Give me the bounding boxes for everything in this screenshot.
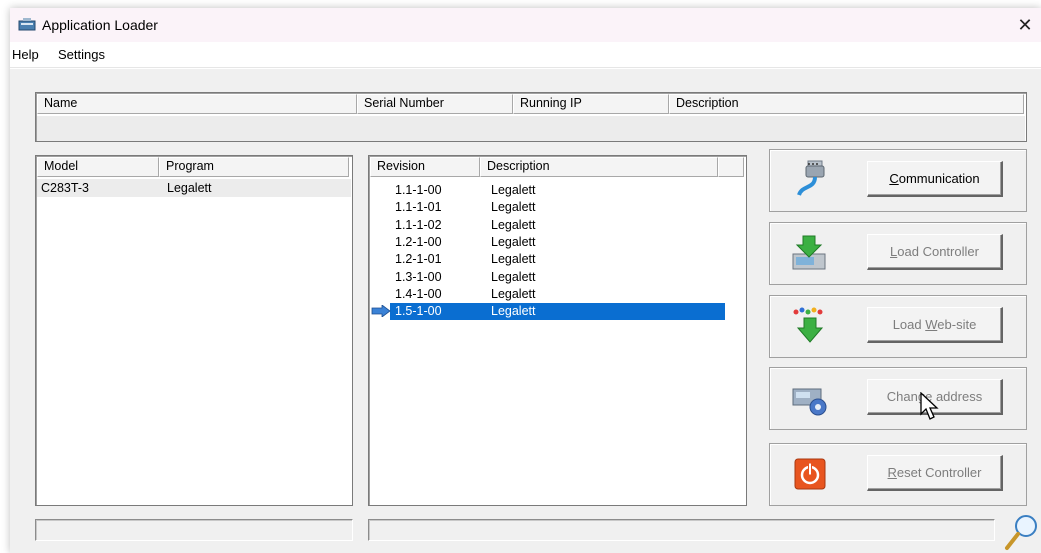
communication-button[interactable]: Communication xyxy=(867,161,1003,197)
download-to-controller-icon xyxy=(792,235,826,270)
revision-cell: 1.4-1-00 xyxy=(395,286,442,301)
window-title: Application Loader xyxy=(42,17,158,33)
change-address-group: Change address xyxy=(769,367,1027,430)
revision-cell: 1.2-1-00 xyxy=(395,234,442,249)
title-bar[interactable]: Application Loader ✕ xyxy=(10,8,1041,42)
table-row[interactable]: 1.1-1-00 Legalett xyxy=(370,182,725,199)
model-cell: C283T-3 xyxy=(41,181,89,195)
revision-cell: 1.1-1-01 xyxy=(395,200,442,215)
selected-row-arrow-icon xyxy=(371,305,391,318)
serial-cable-icon xyxy=(797,160,825,196)
program-cell: Legalett xyxy=(167,181,212,195)
revision-description-cell: Legalett xyxy=(491,252,536,267)
menu-help[interactable]: Help xyxy=(12,47,39,62)
menu-bar: Help Settings xyxy=(10,42,1041,68)
load-website-button[interactable]: Load Web-site xyxy=(867,307,1003,343)
reset-controller-button[interactable]: Reset Controller xyxy=(867,455,1003,491)
revision-description-cell: Legalett xyxy=(491,217,536,232)
close-button[interactable]: ✕ xyxy=(1009,8,1041,42)
download-website-icon xyxy=(793,307,824,343)
column-header-name[interactable]: Name xyxy=(37,94,357,114)
revision-cell: 1.1-1-02 xyxy=(395,217,442,232)
table-row[interactable]: 1.1-1-01 Legalett xyxy=(370,199,725,216)
revision-description-cell: Legalett xyxy=(491,234,536,249)
revision-description-cell: Legalett xyxy=(491,286,536,301)
app-icon xyxy=(18,18,36,31)
close-icon: ✕ xyxy=(1017,15,1033,35)
models-table[interactable]: Model Program C283T-3 Legalett xyxy=(35,155,353,506)
search-icon[interactable] xyxy=(1004,512,1040,552)
devices-table-empty-area xyxy=(37,116,1025,141)
status-box-left xyxy=(35,519,353,541)
column-header-filler xyxy=(718,157,744,177)
column-header-revision[interactable]: Revision xyxy=(370,157,480,177)
change-address-icon xyxy=(792,388,827,416)
revision-cell: 1.3-1-00 xyxy=(395,269,442,284)
column-header-program[interactable]: Program xyxy=(159,157,349,177)
communication-group: Communication xyxy=(769,149,1027,212)
menu-settings[interactable]: Settings xyxy=(58,47,105,62)
revision-description-cell: Legalett xyxy=(491,183,536,197)
devices-table[interactable]: Name Serial Number Running IP Descriptio… xyxy=(35,92,1027,142)
column-header-serial-number[interactable]: Serial Number xyxy=(357,94,513,114)
load-controller-button[interactable]: Load Controller xyxy=(867,234,1003,270)
revisions-table[interactable]: Revision Description 1.1-1-00 Legalett 1.1… xyxy=(368,155,747,506)
table-row[interactable]: 1.1-1-02 Legalett xyxy=(370,217,725,234)
load-website-group: Load Web-site xyxy=(769,295,1027,358)
status-box-right xyxy=(368,519,995,541)
table-row-selected[interactable]: 1.5-1-00 Legalett xyxy=(370,303,725,321)
revision-description-cell: Legalett xyxy=(491,269,536,284)
application-window: Application Loader ✕ Help Settings Name … xyxy=(10,8,1041,553)
column-header-running-ip[interactable]: Running IP xyxy=(513,94,669,114)
column-header-model[interactable]: Model xyxy=(37,157,159,177)
revision-cell: 1.1-1-00 xyxy=(395,183,442,197)
column-header-revision-description[interactable]: Description xyxy=(480,157,718,177)
revision-cell: 1.2-1-01 xyxy=(395,252,442,267)
table-row[interactable]: C283T-3 Legalett xyxy=(37,179,351,197)
table-row[interactable]: 1.2-1-00 Legalett xyxy=(370,234,725,251)
table-row[interactable]: 1.3-1-00 Legalett xyxy=(370,269,725,286)
mouse-cursor-icon xyxy=(920,392,939,420)
table-row[interactable]: 1.2-1-01 Legalett xyxy=(370,251,725,268)
revision-description-cell: Legalett xyxy=(491,304,536,319)
power-reset-icon xyxy=(794,458,826,490)
revision-cell: 1.5-1-00 xyxy=(395,304,442,319)
table-row[interactable]: 1.4-1-00 Legalett xyxy=(370,286,725,303)
reset-controller-group: Reset Controller xyxy=(769,443,1027,506)
load-controller-group: Load Controller xyxy=(769,222,1027,285)
revision-description-cell: Legalett xyxy=(491,200,536,215)
client-area: Name Serial Number Running IP Descriptio… xyxy=(10,69,1041,553)
column-header-description[interactable]: Description xyxy=(669,94,1024,114)
